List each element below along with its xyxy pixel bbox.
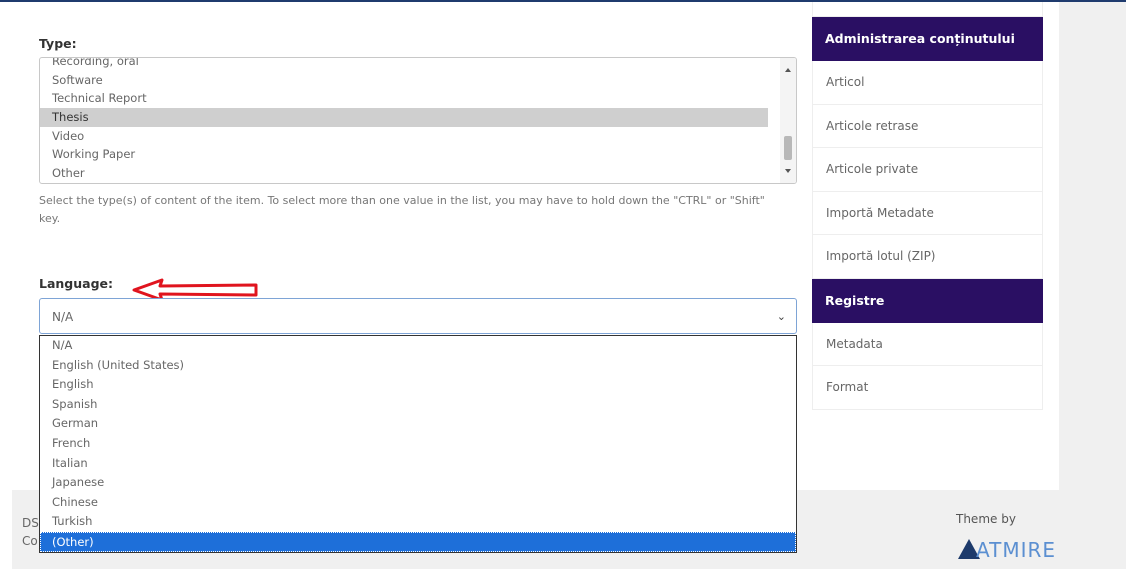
- scroll-down-icon[interactable]: [785, 169, 791, 173]
- sidebar: Administrarea conținutului Articol Artic…: [812, 2, 1043, 410]
- footer-line: Co: [22, 534, 38, 548]
- type-options: Recording, oral Software Technical Repor…: [40, 58, 778, 183]
- type-option[interactable]: Working Paper: [40, 145, 778, 164]
- type-multiselect[interactable]: Recording, oral Software Technical Repor…: [39, 57, 797, 184]
- language-option[interactable]: German: [40, 414, 796, 434]
- scrollbar-thumb[interactable]: [784, 136, 792, 160]
- language-option[interactable]: Spanish: [40, 395, 796, 415]
- language-option[interactable]: English (United States): [40, 356, 796, 376]
- type-option[interactable]: Recording, oral: [40, 58, 778, 71]
- language-label: Language:: [39, 276, 114, 291]
- sidebar-item-importa-metadate[interactable]: Importă Metadate: [812, 191, 1043, 235]
- theme-by-label: Theme by: [956, 512, 1016, 526]
- sidebar-item-format[interactable]: Format: [812, 366, 1043, 410]
- type-label: Type:: [39, 36, 77, 51]
- language-option[interactable]: N/A: [40, 336, 796, 356]
- sidebar-item-importa-lotul[interactable]: Importă lotul (ZIP): [812, 235, 1043, 279]
- type-option[interactable]: Other: [40, 164, 778, 183]
- main-content: Type: Recording, oral Software Technical…: [12, 2, 802, 553]
- language-dropdown-list[interactable]: N/A English (United States) English Span…: [39, 335, 797, 553]
- language-select-value: N/A: [52, 310, 74, 324]
- sidebar-item-articole-private[interactable]: Articole private: [812, 148, 1043, 192]
- sidebar-item-articole-retrase[interactable]: Articole retrase: [812, 104, 1043, 148]
- scroll-up-icon[interactable]: [785, 68, 791, 72]
- sidebar-item-articol[interactable]: Articol: [812, 61, 1043, 105]
- language-option-highlighted[interactable]: (Other): [40, 531, 796, 552]
- type-help-text: Select the type(s) of content of the ite…: [39, 194, 765, 225]
- page-background-gutter: [1059, 2, 1126, 569]
- sidebar-header-registre: Registre: [812, 278, 1043, 323]
- language-option[interactable]: English: [40, 375, 796, 395]
- footer-text: DS Co: [22, 514, 39, 550]
- type-option[interactable]: Software: [40, 71, 778, 90]
- atmire-logo-text: ATMIRE: [976, 538, 1057, 562]
- footer-line: DS: [22, 516, 39, 530]
- sidebar-header-content-admin: Administrarea conținutului: [812, 17, 1043, 61]
- language-option[interactable]: Chinese: [40, 493, 796, 513]
- type-option-selected[interactable]: Thesis: [40, 108, 768, 127]
- type-option[interactable]: Video: [40, 127, 778, 146]
- language-option[interactable]: Italian: [40, 454, 796, 474]
- type-list-scrollbar[interactable]: [780, 58, 796, 183]
- type-option[interactable]: Technical Report: [40, 89, 778, 108]
- language-option[interactable]: Japanese: [40, 473, 796, 493]
- atmire-logo[interactable]: ATMIRE: [958, 538, 1056, 562]
- sidebar-item-metadata[interactable]: Metadata: [812, 322, 1043, 366]
- language-option[interactable]: French: [40, 434, 796, 454]
- chevron-down-icon[interactable]: ⌄: [777, 310, 786, 323]
- language-select[interactable]: N/A ⌄: [39, 298, 797, 334]
- sidebar-top-item: [812, 2, 1043, 17]
- language-option[interactable]: Turkish: [40, 512, 796, 532]
